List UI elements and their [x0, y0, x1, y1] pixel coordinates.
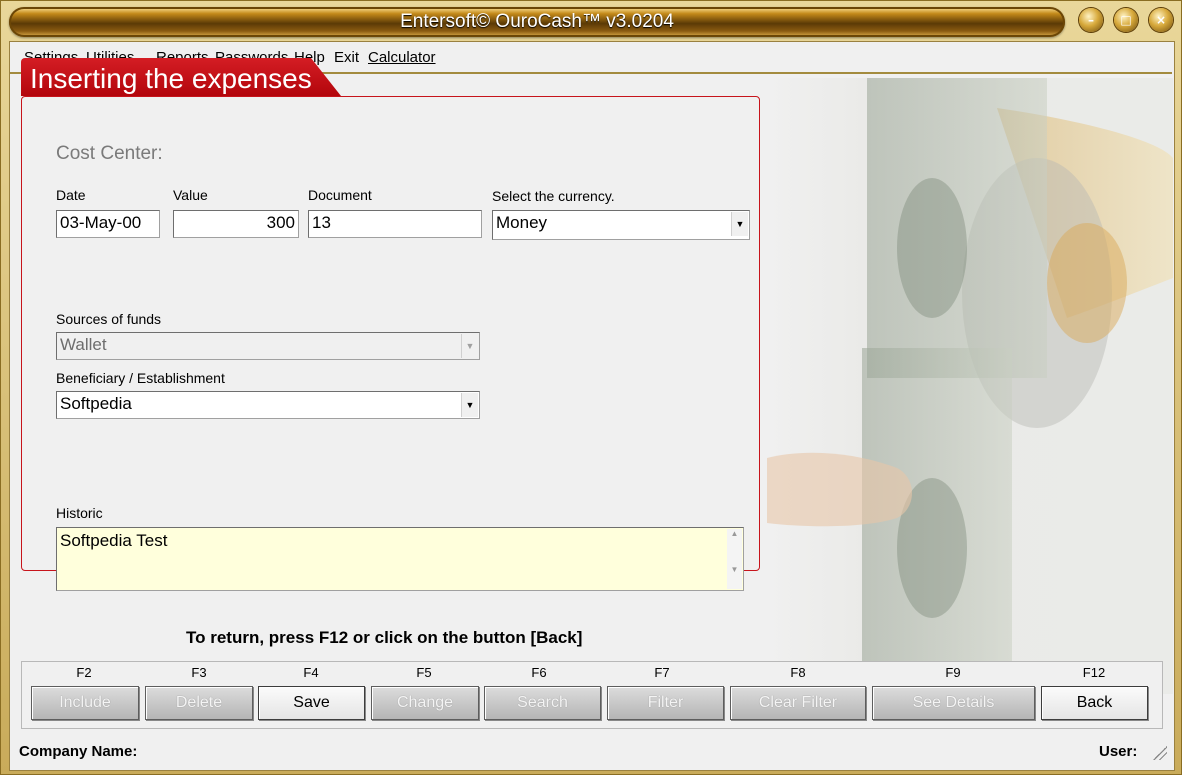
menu-exit[interactable]: Exit	[334, 49, 359, 66]
close-icon[interactable]: ×	[1149, 8, 1173, 32]
cost-center-label: Cost Center:	[56, 143, 163, 164]
see-details-button[interactable]: See Details	[872, 686, 1035, 720]
menu-calculator[interactable]: Calculator	[368, 49, 436, 66]
document-field[interactable]: 13	[308, 210, 482, 238]
clear-filter-button[interactable]: Clear Filter	[730, 686, 866, 720]
company-name-label: Company Name:	[19, 743, 138, 760]
currency-label: Select the currency.	[492, 188, 615, 204]
include-button[interactable]: Include	[31, 686, 139, 720]
delete-button[interactable]: Delete	[145, 686, 253, 720]
historic-value: Softpedia Test	[60, 531, 168, 550]
resize-grip-icon[interactable]	[1153, 746, 1167, 760]
save-button[interactable]: Save	[258, 686, 365, 720]
sources-label: Sources of funds	[56, 311, 162, 327]
fkey-label: F2	[76, 665, 92, 680]
search-button[interactable]: Search	[484, 686, 601, 720]
sources-value: Wallet	[60, 335, 107, 354]
return-hint: To return, press F12 or click on the but…	[186, 628, 583, 647]
currency-value: Money	[496, 213, 548, 232]
date-label: Date	[56, 187, 86, 203]
window-title: Entersoft© OuroCash™ v3.0204	[400, 11, 674, 32]
historic-label: Historic	[56, 505, 103, 521]
back-button[interactable]: Back	[1041, 686, 1148, 720]
title-bar[interactable]: Entersoft© OuroCash™ v3.0204	[9, 7, 1065, 37]
panel-header-tab: Inserting the expenses	[21, 58, 341, 96]
user-label: User:	[1099, 743, 1138, 760]
maximize-icon[interactable]: □	[1114, 8, 1138, 32]
fkey-label: F5	[416, 665, 432, 680]
fkey-label: F7	[654, 665, 670, 680]
beneficiary-label: Beneficiary / Establishment	[56, 370, 225, 386]
app-window: Entersoft© OuroCash™ v3.0204 – □ × Setti…	[0, 0, 1182, 775]
dropdown-arrow-icon: ▼	[461, 334, 478, 358]
fkey-label: F4	[303, 665, 319, 680]
fkey-label: F8	[790, 665, 806, 680]
beneficiary-select[interactable]: Softpedia ▼	[56, 391, 480, 419]
dropdown-arrow-icon[interactable]: ▼	[461, 393, 478, 417]
panel-title: Inserting the expenses	[30, 63, 312, 94]
fkey-label: F9	[945, 665, 961, 680]
beneficiary-value: Softpedia	[60, 394, 132, 413]
money-roll-illustration	[767, 78, 1173, 688]
scrollbar[interactable]: ▲ ▼	[727, 529, 742, 589]
sources-select: Wallet ▼	[56, 332, 480, 360]
fkey-label: F3	[191, 665, 207, 680]
document-label: Document	[308, 187, 372, 203]
minimize-icon[interactable]: –	[1079, 8, 1103, 32]
value-field[interactable]: 300	[173, 210, 299, 238]
money-roll-image	[767, 78, 1173, 694]
value-label: Value	[173, 187, 208, 203]
change-button[interactable]: Change	[371, 686, 479, 720]
currency-select[interactable]: Money ▼	[492, 210, 750, 240]
fkey-label: F6	[531, 665, 547, 680]
filter-button[interactable]: Filter	[607, 686, 724, 720]
dropdown-arrow-icon[interactable]: ▼	[731, 212, 748, 236]
historic-textarea[interactable]: Softpedia Test ▲ ▼	[56, 527, 744, 591]
fkey-label: F12	[1082, 665, 1106, 680]
date-field[interactable]: 03-May-00	[56, 210, 160, 238]
